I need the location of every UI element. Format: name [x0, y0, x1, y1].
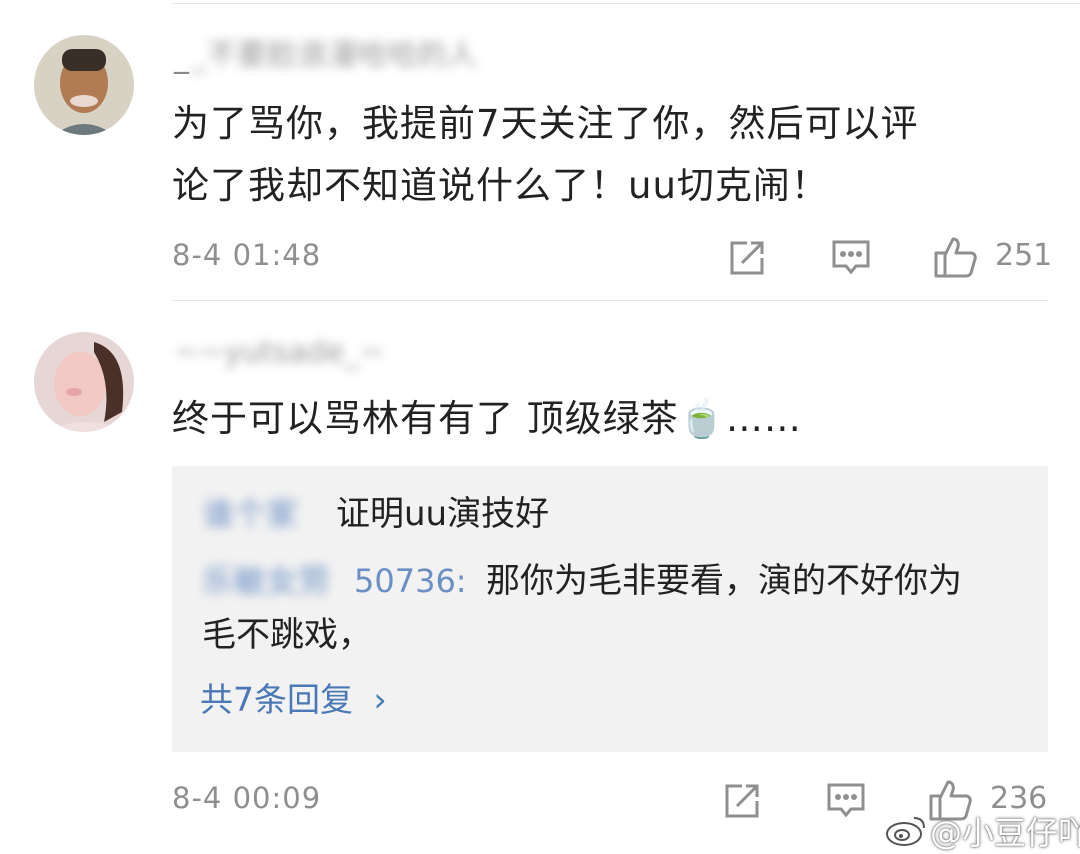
reply-author[interactable]: 乐敏女劳 [202, 559, 330, 603]
ellipsis: …… [725, 397, 802, 440]
view-all-replies-label: 共7条回复 [200, 680, 353, 719]
green-tea-emoji: 🍵 [678, 397, 726, 440]
comment-divider [172, 300, 1048, 301]
top-divider [172, 3, 1080, 4]
comment-text-line: 论了我却不知道说什么了！uu切克闹！ [172, 164, 829, 207]
reply-author[interactable]: 谁个家 [202, 492, 298, 536]
avatar[interactable] [34, 332, 134, 432]
username[interactable]: _不要脸浪漫哈哈的人 [192, 36, 477, 76]
comment-icon[interactable] [830, 238, 872, 278]
comment-timestamp: 8-4 01:48 [172, 238, 322, 272]
avatar[interactable] [34, 35, 134, 135]
share-icon[interactable] [722, 781, 762, 821]
share-icon[interactable] [727, 238, 767, 278]
like-count: 251 [995, 238, 1053, 273]
comment-text-line: 为了骂你，我提前7天关注了你，然后可以评 [172, 102, 919, 145]
username-prefix: _ [174, 40, 189, 75]
comment-timestamp: 8-4 00:09 [172, 781, 322, 815]
comment-icon[interactable] [825, 781, 867, 821]
username[interactable]: ~~yutsade_~ [174, 333, 384, 373]
comment-text-content: 终于可以骂林有有了 顶级绿茶 [172, 397, 679, 440]
thumbs-up-icon[interactable] [933, 235, 979, 279]
reply-text: 证明uu演技好 [336, 494, 550, 534]
comment-text: 终于可以骂林有有了 顶级绿茶🍵…… [172, 391, 802, 447]
weibo-logo-icon [884, 812, 928, 848]
reply-text: 毛不跳戏， [202, 615, 372, 655]
watermark-text: @小豆仔吖 [930, 814, 1080, 852]
reply-text: 那你为毛非要看，演的不好你为 [486, 561, 962, 601]
view-all-replies-link[interactable]: 共7条回复 › [200, 678, 387, 722]
reply-author-tail[interactable]: 50736: [354, 559, 467, 603]
chevron-right-icon: › [373, 680, 387, 719]
